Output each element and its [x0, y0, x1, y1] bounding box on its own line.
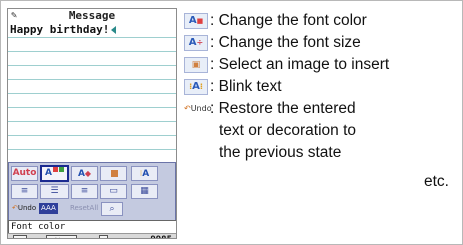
status-bar: NS E ½ Sm R 9985 — [8, 233, 176, 238]
blink-text-icon: ⁝A⁝ — [184, 79, 208, 95]
background-color-button[interactable]: ▭ — [100, 184, 127, 199]
insert-line-button[interactable]: ▦ — [131, 184, 158, 199]
ruled-line — [8, 79, 176, 80]
ruled-line — [8, 51, 176, 52]
font-size-button[interactable]: A◆ — [71, 166, 98, 181]
legend-text: : Restore the entered — [210, 100, 356, 117]
roman-icon: R — [99, 235, 108, 238]
search-button[interactable]: ⌕ — [101, 202, 123, 216]
text-cursor — [111, 26, 117, 34]
screen-title: Message — [68, 9, 116, 22]
legend-row-font-size: A÷ : Change the font size — [184, 33, 454, 53]
legend-text: : Blink text — [210, 78, 282, 95]
charset-icon: E ½ Sm — [46, 235, 77, 238]
undo-label: Undo — [17, 204, 37, 212]
reset-all-button[interactable]: ResetAll — [70, 202, 98, 214]
align-center-button[interactable]: ☰ — [40, 184, 69, 199]
legend-row-insert-image: ▣ : Select an image to insert — [184, 55, 459, 75]
legend-text: : Change the font size — [210, 34, 361, 51]
align-right-button[interactable]: ≡ — [71, 184, 98, 199]
undo-icon: ↶Undo — [184, 104, 212, 113]
search-icon: ⌕ — [109, 204, 115, 214]
color-swatch — [52, 167, 58, 172]
function-label: Font color — [8, 220, 176, 234]
input-mode-icon: NS — [13, 235, 27, 238]
auto-button[interactable]: Auto — [11, 166, 38, 181]
legend-etc: etc. — [424, 173, 449, 190]
legend-row-undo: ↶Undo : Restore the entered — [184, 99, 454, 119]
font-size-icon: A÷ — [184, 35, 208, 51]
message-text-area[interactable]: Happy birthday! — [10, 23, 117, 37]
phone-screen: ✎ Message Happy birthday! Auto A A◆ ⁝A ≡… — [7, 8, 177, 239]
font-color-icon: A■ — [184, 13, 208, 29]
ruled-line — [8, 65, 176, 66]
color-swatch — [58, 167, 64, 172]
ruled-line — [8, 93, 176, 94]
blink-glyph: A — [142, 169, 150, 179]
align-left-button[interactable]: ≡ — [11, 184, 38, 199]
legend-text: : Select an image to insert — [210, 56, 390, 73]
insert-image-button[interactable] — [100, 166, 127, 181]
message-text: Happy birthday! — [10, 23, 110, 36]
insert-image-icon: ▣ — [184, 57, 208, 73]
legend-continuation: the previous state — [219, 144, 342, 161]
ruled-line — [8, 149, 176, 150]
legend-text: : Change the font color — [210, 12, 367, 29]
aaa-button[interactable]: AAA — [39, 203, 58, 214]
figure-frame: ✎ Message Happy birthday! Auto A A◆ ⁝A ≡… — [0, 0, 463, 245]
ruled-line — [8, 121, 176, 122]
blink-text-button[interactable]: ⁝A — [131, 166, 158, 181]
title-bar: ✎ Message — [8, 9, 176, 23]
font-color-button[interactable]: A — [40, 165, 69, 182]
legend-row-blink-text: ⁝A⁝ : Blink text — [184, 77, 454, 97]
legend-continuation: text or decoration to — [219, 122, 356, 139]
decoration-toolbar: Auto A A◆ ⁝A ≡ ☰ ≡ ▭ ▦ ↶Undo AAA ResetAl… — [8, 162, 176, 221]
legend-row-font-color: A■ : Change the font color — [184, 11, 454, 31]
undo-button[interactable]: ↶Undo — [12, 202, 36, 214]
font-size-glyph: A — [77, 169, 85, 179]
image-icon — [110, 170, 118, 177]
ruled-line — [8, 37, 176, 38]
remaining-chars: 9985 — [150, 234, 172, 238]
ruled-line — [8, 135, 176, 136]
font-color-glyph: A — [45, 168, 52, 178]
ruled-line — [8, 107, 176, 108]
